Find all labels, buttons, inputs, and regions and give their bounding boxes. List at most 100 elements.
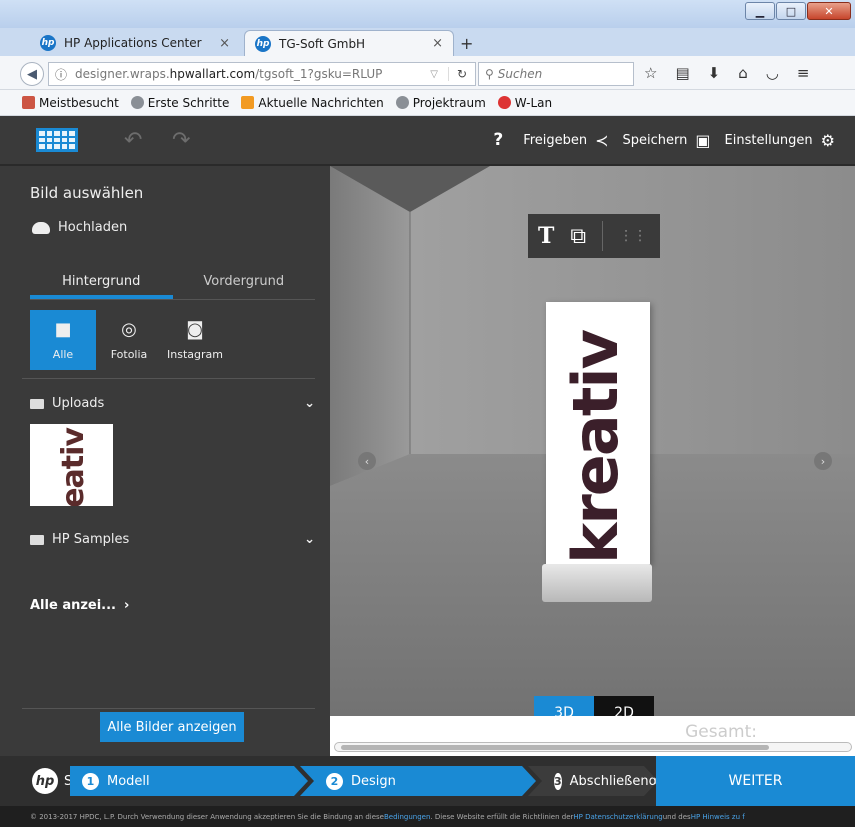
thumbnail-image-text: kreativ [56,428,91,506]
tab-hp-applications-center[interactable]: hp HP Applications Center × [30,30,240,56]
undo-icon[interactable]: ↶ [124,128,142,153]
reading-list-icon[interactable]: ▤ [675,64,689,82]
globe-icon [395,96,409,109]
folder-icon [30,534,44,545]
step-number: 3 [554,774,562,788]
redo-icon[interactable]: ↷ [172,128,190,153]
source-all[interactable]: ■ Alle [30,310,96,370]
left-wall [330,166,410,486]
share-button-label[interactable]: Freigeben [523,133,587,148]
gear-icon[interactable]: ⚙ [821,131,835,150]
step-label: Design [351,773,396,789]
search-icon: ⚲ [485,67,494,81]
save-icon[interactable]: ▣ [695,131,710,150]
url-path: /tgsoft_1?gsku=RLUP [255,67,383,81]
banner-image-text: kreativ [559,330,632,564]
mode-2d-button[interactable]: 2D [594,696,654,716]
section-label: Uploads [52,396,105,411]
cloud-upload-icon [32,221,50,234]
show-all-images-button[interactable]: Alle Bilder anzeigen [100,712,244,742]
tab-foreground[interactable]: Vordergrund [173,270,316,299]
help-button[interactable]: ? [493,130,503,150]
fotolia-icon: ◎ [121,319,137,340]
upload-button[interactable]: Hochladen [32,220,127,235]
bookmark-projektraum[interactable]: Projektraum [395,95,486,110]
app-logo-icon[interactable] [36,128,78,152]
step-final[interactable]: 3 Abschließende [528,766,658,796]
step-label: Modell [107,773,150,789]
app-toolbar: ↶ ↷ ? Freigeben ≺ Speichern ▣ Einstellun… [0,116,855,166]
chevron-down-icon[interactable]: ⌄ [304,396,315,411]
show-all-link[interactable]: Alle anzei... › [30,598,129,613]
tab-background[interactable]: Hintergrund [30,270,173,299]
menu-icon[interactable]: ≡ [797,64,810,82]
close-window-button[interactable]: ✕ [807,2,851,20]
bookmark-getting-started[interactable]: Erste Schritte [130,96,229,110]
terms-link[interactable]: Bedingungen [384,813,430,821]
navigation-bar: ◀ ⓘ designer.wraps. hpwallart.com/tgsoft_… [0,56,855,90]
share-icon[interactable]: ≺ [595,131,608,150]
minimize-button[interactable]: ▁ [745,2,775,20]
bookmark-news[interactable]: Aktuelle Nachrichten [241,95,384,110]
close-tab-icon[interactable]: × [432,36,443,51]
maximize-button[interactable]: □ [776,2,806,20]
divider [22,708,315,709]
previous-view-icon[interactable]: ‹ [358,452,376,470]
mode-3d-button[interactable]: 3D [534,696,594,716]
new-tab-button[interactable]: + [460,34,473,53]
chevron-right-icon: › [124,598,130,613]
text-tool-icon[interactable]: T [538,223,554,249]
bookmark-label: Aktuelle Nachrichten [258,95,384,110]
image-edit-icon[interactable]: ⧉ [570,224,586,249]
horizontal-scrollbar[interactable] [334,742,852,752]
design-viewport[interactable]: T ⧉ ⋮⋮ ‹ › kreativ 3D 2D [330,166,855,716]
step-number: 1 [82,773,99,790]
rollup-banner-stand [542,564,652,602]
hp-samples-section-header[interactable]: HP Samples ⌄ [30,532,315,547]
upload-label: Hochladen [58,220,128,235]
scrollbar-thumb[interactable] [341,745,769,750]
tab-tg-soft[interactable]: hp TG-Soft GmbH × [244,30,454,56]
search-input[interactable]: ⚲ Suchen [478,62,634,86]
settings-button-label[interactable]: Einstellungen [725,133,813,148]
toolbar-separator [602,221,604,251]
rollup-banner[interactable]: kreativ [546,302,650,564]
url-dropdown-icon[interactable]: ▽ [430,69,438,80]
bookmark-wlan[interactable]: W-Lan [497,96,552,110]
next-view-icon[interactable]: › [814,452,832,470]
bookmark-label: Projektraum [412,95,486,110]
image-sources: ■ Alle ◎ Fotolia ◙ Instagram [30,310,228,370]
next-button[interactable]: WEITER [656,756,855,806]
step-design[interactable]: 2 Design [300,766,536,796]
instagram-icon: ◙ [186,319,204,340]
uploaded-image-thumbnail[interactable]: kreativ [30,424,113,506]
close-tab-icon[interactable]: × [219,36,230,51]
source-instagram[interactable]: ◙ Instagram [162,310,228,370]
total-label: Gesamt: [685,722,757,742]
wlan-icon [497,96,511,109]
pocket-icon[interactable]: ◡ [766,64,779,82]
url-bar[interactable]: ⓘ designer.wraps. hpwallart.com/tgsoft_1?… [48,62,476,86]
bookmark-star-icon[interactable]: ☆ [644,64,657,82]
hp-notice-link[interactable]: HP Hinweis zu f [691,813,745,821]
grid-icon[interactable]: ⋮⋮ [619,228,647,244]
chevron-down-icon[interactable]: ⌄ [304,532,315,547]
image-sidebar: Bild auswählen Hochladen Hintergrund Vor… [0,166,330,756]
window-titlebar: ▁ □ ✕ [0,0,855,28]
source-fotolia[interactable]: ◎ Fotolia [96,310,162,370]
uploads-section-header[interactable]: Uploads ⌄ [30,396,315,411]
info-icon[interactable]: ⓘ [55,66,67,83]
footer-text: © 2013-2017 HPDC, L.P. Durch Verwendung … [30,812,384,821]
footer-text: . Diese Website erfüllt die Richtlinien … [430,812,574,821]
privacy-link[interactable]: HP Datenschutzerklärung [573,813,662,821]
section-label: HP Samples [52,532,130,547]
save-button-label[interactable]: Speichern [623,133,688,148]
url-prefix: designer.wraps. [75,67,170,81]
source-label: Fotolia [110,348,148,361]
back-button[interactable]: ◀ [20,62,44,86]
home-icon[interactable]: ⌂ [738,64,748,82]
download-icon[interactable]: ⬇ [708,64,721,82]
reload-icon[interactable]: ↻ [447,67,475,81]
step-model[interactable]: 1 Modell [70,766,308,796]
bookmark-most-visited[interactable]: Meistbesucht [22,96,119,110]
